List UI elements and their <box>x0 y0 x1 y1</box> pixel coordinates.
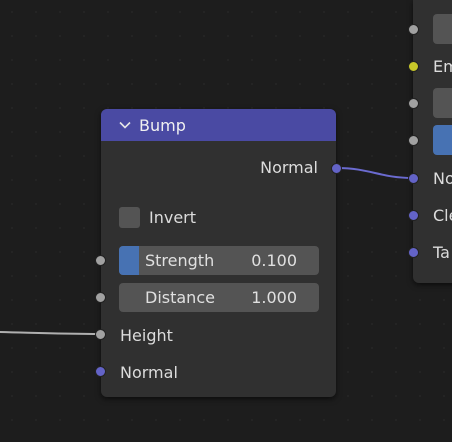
input-socket[interactable] <box>408 98 419 109</box>
socket-label-em: Em <box>433 57 452 76</box>
input-socket-distance[interactable] <box>95 292 106 303</box>
invert-checkbox[interactable] <box>119 207 140 228</box>
strength-value: 0.100 <box>251 251 297 270</box>
input-socket[interactable] <box>408 24 419 35</box>
output-socket-normal[interactable] <box>331 163 342 174</box>
socket-label-cle: Cle <box>433 206 452 225</box>
chevron-down-icon[interactable] <box>119 119 131 131</box>
node-title: Bump <box>139 115 186 135</box>
input-socket-normal[interactable] <box>408 173 419 184</box>
distance-value: 1.000 <box>251 288 297 307</box>
strength-fill <box>119 246 139 275</box>
input-socket-clearcoat[interactable] <box>408 210 419 221</box>
strength-slider[interactable]: Strength 0.100 <box>119 246 319 275</box>
input-socket-strength[interactable] <box>95 255 106 266</box>
distance-label: Distance <box>145 288 215 307</box>
input-socket-tangent[interactable] <box>408 247 419 258</box>
input-socket[interactable] <box>408 135 419 146</box>
invert-label: Invert <box>149 208 197 227</box>
height-label: Height <box>120 326 173 345</box>
normal-input-label: Normal <box>120 363 178 382</box>
color-field[interactable] <box>433 125 452 155</box>
link-into-height <box>0 331 102 335</box>
socket-label-ta: Ta <box>433 243 450 262</box>
input-socket-normal[interactable] <box>95 366 106 377</box>
bump-node[interactable]: Bump Normal Invert Strength 0.100 Distan… <box>101 109 336 397</box>
output-label-normal: Normal <box>260 158 318 177</box>
link-normal-to-normal <box>336 167 414 179</box>
socket-label-no: No <box>433 169 452 188</box>
input-field[interactable] <box>433 14 452 44</box>
node-header[interactable]: Bump <box>101 109 336 141</box>
strength-label: Strength <box>145 251 215 270</box>
input-field[interactable] <box>433 88 452 118</box>
input-socket-height[interactable] <box>95 329 106 340</box>
input-socket-color[interactable] <box>408 61 419 72</box>
distance-slider[interactable]: Distance 1.000 <box>119 283 319 312</box>
